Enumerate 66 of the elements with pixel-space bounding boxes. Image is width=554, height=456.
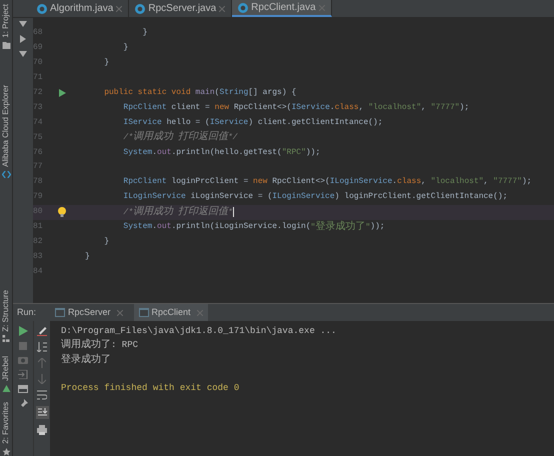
collapse-arrow-icon[interactable] — [19, 21, 27, 27]
line-number: 69 — [33, 42, 44, 54]
print-icon[interactable] — [37, 425, 47, 435]
code-line: /*调用成功 打印返回值* — [122, 204, 234, 220]
code-line: /*调用成功 打印返回值*/ — [122, 130, 238, 146]
class-icon — [37, 4, 47, 14]
cloud-icon[interactable] — [2, 170, 10, 178]
line-number: 82 — [33, 236, 44, 248]
line-number: 73 — [33, 102, 44, 114]
star-icon[interactable] — [2, 448, 10, 456]
structure-icon[interactable] — [2, 335, 10, 342]
line-number: 83 — [33, 250, 44, 263]
run-icon[interactable] — [58, 89, 66, 97]
lightbulb-icon[interactable] — [58, 207, 66, 218]
line-number: 74 — [33, 116, 44, 129]
console-icon — [55, 308, 66, 317]
line-number: 70 — [33, 57, 44, 70]
line-number: 84 — [33, 266, 44, 278]
class-icon — [238, 2, 248, 12]
code-line: } — [142, 27, 148, 40]
run-tab[interactable]: RpcClient — [134, 304, 208, 321]
code-line: System.out.println(hello.getTest("RPC")); — [122, 146, 320, 159]
code-line: } — [103, 236, 110, 248]
console-line: D:\Program_Files\java\jdk1.8.0_171\bin\java.exe ... — [61, 324, 338, 338]
code-line: ILoginService iLoginService = (ILoginService) loginPrcClient.getClientIntance(); — [122, 191, 508, 204]
tool-window-tab[interactable]: JRebel — [0, 356, 12, 382]
pin-icon[interactable] — [18, 399, 28, 409]
console-icon — [138, 308, 149, 317]
tool-window-tab[interactable]: Alibaba Cloud Explorer — [0, 84, 12, 167]
console-line: 调用成功了: RPC — [61, 338, 140, 353]
folder-icon[interactable] — [2, 42, 10, 49]
line-number: 78 — [33, 176, 44, 188]
line-number: 79 — [33, 191, 44, 204]
class-icon — [135, 4, 146, 14]
panel-title: Run: — [17, 306, 36, 319]
console-line: 登录成功了 — [61, 353, 112, 368]
console-line: Process finished with exit code 0 — [61, 382, 240, 395]
code-line: RpcClient client = new RpcClient<>(IService.class, "localhost", "7777"); — [122, 102, 470, 114]
editor-tab[interactable]: RpcClient.java — [232, 0, 332, 17]
tool-window-tab[interactable]: 2: Favorites — [0, 402, 12, 444]
expand-arrow-icon[interactable] — [20, 35, 26, 43]
code-line: } — [103, 57, 110, 70]
code-line: IService hello = (IService) client.getClientIntance(); — [122, 116, 383, 129]
wrap-icon[interactable] — [37, 390, 47, 400]
line-number: 81 — [33, 221, 44, 234]
code-line: } — [122, 42, 128, 54]
collapse-arrow-icon[interactable] — [19, 51, 27, 57]
line-number: 71 — [33, 72, 44, 84]
sort-icon[interactable] — [37, 342, 47, 352]
tool-window-tab[interactable]: 1: Project — [0, 4, 12, 38]
code-line: public static void main(String[] args) { — [103, 87, 296, 99]
line-number: 76 — [33, 146, 44, 159]
line-number: 72 — [33, 87, 44, 99]
layout-icon[interactable] — [18, 385, 28, 393]
line-number: 77 — [33, 161, 44, 174]
line-number: 68 — [33, 27, 44, 40]
edit-icon[interactable] — [37, 326, 47, 336]
exit-icon[interactable] — [18, 370, 28, 379]
code-line: RpcClient loginPrcClient = new RpcClient<>(ILoginService.class, "localhost", "7777"); — [122, 176, 532, 188]
code-line: System.out.println(iLoginService.login("登录成功了")); — [122, 220, 385, 235]
code-line: } — [85, 250, 90, 263]
line-number: 75 — [33, 132, 44, 144]
run-icon[interactable] — [18, 326, 28, 336]
tool-window-tab[interactable]: Z: Structure — [0, 290, 12, 332]
scroll-to-end-icon[interactable] — [36, 406, 48, 419]
rebel-icon[interactable] — [2, 385, 10, 392]
